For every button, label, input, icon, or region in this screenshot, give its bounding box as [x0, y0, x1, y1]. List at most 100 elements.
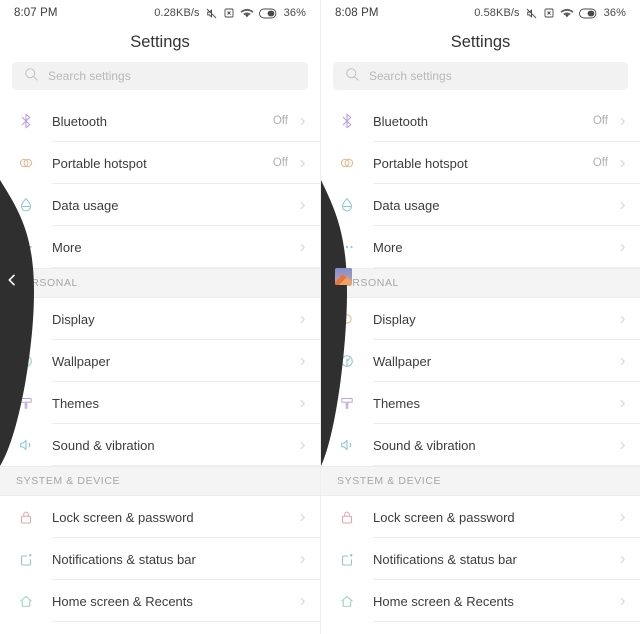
settings-row-label: Bluetooth	[52, 113, 107, 129]
status-time: 8:07 PM	[14, 7, 58, 19]
lock-icon	[335, 505, 359, 529]
chevron-right-icon	[296, 554, 308, 565]
mute-icon	[205, 7, 218, 20]
chevron-right-icon	[616, 554, 628, 565]
settings-screen-right: 8:08 PM 0.58KB/s 36% Settings Search setting…	[320, 0, 640, 634]
section-header-system: SYSTEM & DEVICE	[321, 466, 640, 496]
settings-row-more[interactable]: More	[321, 226, 640, 268]
settings-row-value: Off	[592, 115, 608, 127]
settings-row-label: More	[52, 239, 82, 255]
settings-row-bluetooth[interactable]: Bluetooth Off	[321, 100, 640, 142]
settings-row-sound-vibration[interactable]: Sound & vibration	[0, 424, 320, 466]
battery-percent: 36%	[603, 7, 626, 19]
section-header-personal: PERSONAL	[0, 268, 320, 298]
notifications-icon	[14, 547, 38, 571]
settings-row-lock-screen-password[interactable]: Lock screen & password	[0, 496, 320, 538]
settings-row-label: Wallpaper	[373, 353, 432, 369]
wifi-icon	[560, 7, 574, 19]
more-icon	[335, 235, 359, 259]
sound-icon	[14, 433, 38, 457]
search-placeholder: Search settings	[48, 69, 131, 83]
settings-row-home-screen-recents[interactable]: Home screen & Recents	[321, 580, 640, 622]
hotspot-icon	[335, 151, 359, 175]
settings-row-data-usage[interactable]: Data usage	[0, 184, 320, 226]
settings-row-label: Notifications & status bar	[373, 551, 517, 567]
sound-icon	[335, 433, 359, 457]
chevron-right-icon	[616, 356, 628, 367]
page-title: Settings	[130, 32, 190, 51]
section-header-system: SYSTEM & DEVICE	[0, 466, 320, 496]
settings-row-notifications-status-bar[interactable]: Notifications & status bar	[321, 538, 640, 580]
wallpaper-icon	[335, 349, 359, 373]
battery-percent: 36%	[283, 7, 306, 19]
chevron-right-icon	[296, 158, 308, 169]
search-placeholder: Search settings	[369, 69, 452, 83]
themes-icon	[14, 391, 38, 415]
settings-row-label: More	[373, 239, 403, 255]
chevron-right-icon	[616, 242, 628, 253]
dual-screenshot-comparison: 8:07 PM 0.28KB/s 36% Settings Search setting…	[0, 0, 640, 634]
back-chevron-icon[interactable]	[4, 270, 20, 290]
battery-icon	[578, 8, 599, 19]
home-icon	[335, 589, 359, 613]
chevron-right-icon	[616, 512, 628, 523]
chevron-right-icon	[616, 596, 628, 607]
wallpaper-thumbnail-icon[interactable]	[335, 268, 352, 285]
chevron-right-icon	[296, 314, 308, 325]
chevron-right-icon	[616, 200, 628, 211]
chevron-right-icon	[616, 158, 628, 169]
chevron-right-icon	[616, 398, 628, 409]
settings-row-data-usage[interactable]: Data usage	[321, 184, 640, 226]
settings-list: Bluetooth Off Portable hotspot Off Data usag…	[0, 100, 320, 622]
settings-row-label: Lock screen & password	[373, 509, 515, 525]
battery-icon	[258, 8, 279, 19]
search-input[interactable]: Search settings	[333, 62, 628, 90]
display-icon	[335, 307, 359, 331]
search-icon	[22, 65, 40, 88]
settings-row-home-screen-recents[interactable]: Home screen & Recents	[0, 580, 320, 622]
wifi-icon	[240, 7, 254, 19]
chevron-right-icon	[296, 116, 308, 127]
settings-row-label: Sound & vibration	[52, 437, 155, 453]
settings-row-themes[interactable]: Themes	[0, 382, 320, 424]
chevron-right-icon	[296, 596, 308, 607]
settings-row-notifications-status-bar[interactable]: Notifications & status bar	[0, 538, 320, 580]
settings-row-display[interactable]: Display	[0, 298, 320, 340]
settings-row-themes[interactable]: Themes	[321, 382, 640, 424]
search-input[interactable]: Search settings	[12, 62, 308, 90]
data-usage-icon	[14, 193, 38, 217]
settings-row-portable-hotspot[interactable]: Portable hotspot Off	[0, 142, 320, 184]
page-title: Settings	[450, 32, 511, 51]
mute-icon	[525, 7, 538, 20]
settings-row-wallpaper[interactable]: Wallpaper	[0, 340, 320, 382]
settings-row-label: Home screen & Recents	[52, 593, 193, 609]
chevron-right-icon	[296, 356, 308, 367]
search-icon	[343, 65, 361, 88]
settings-row-label: Data usage	[373, 197, 440, 213]
alarm-icon	[223, 7, 235, 19]
chevron-right-icon	[616, 440, 628, 451]
settings-row-label: Data usage	[52, 197, 119, 213]
settings-row-value: Off	[272, 157, 288, 169]
settings-row-display[interactable]: Display	[321, 298, 640, 340]
settings-row-value: Off	[272, 115, 288, 127]
settings-row-wallpaper[interactable]: Wallpaper	[321, 340, 640, 382]
settings-row-label: Wallpaper	[52, 353, 111, 369]
settings-screen-left: 8:07 PM 0.28KB/s 36% Settings Search setting…	[0, 0, 320, 634]
settings-list: Bluetooth Off Portable hotspot Off Data usag…	[321, 100, 640, 622]
chevron-right-icon	[296, 398, 308, 409]
lock-icon	[14, 505, 38, 529]
settings-row-label: Display	[52, 311, 95, 327]
settings-row-portable-hotspot[interactable]: Portable hotspot Off	[321, 142, 640, 184]
chevron-right-icon	[296, 440, 308, 451]
settings-row-sound-vibration[interactable]: Sound & vibration	[321, 424, 640, 466]
settings-row-bluetooth[interactable]: Bluetooth Off	[0, 100, 320, 142]
home-icon	[14, 589, 38, 613]
settings-row-label: Sound & vibration	[373, 437, 476, 453]
bluetooth-icon	[14, 109, 38, 133]
bluetooth-icon	[335, 109, 359, 133]
settings-row-more[interactable]: More	[0, 226, 320, 268]
settings-row-lock-screen-password[interactable]: Lock screen & password	[321, 496, 640, 538]
hotspot-icon	[14, 151, 38, 175]
settings-row-label: Home screen & Recents	[373, 593, 514, 609]
